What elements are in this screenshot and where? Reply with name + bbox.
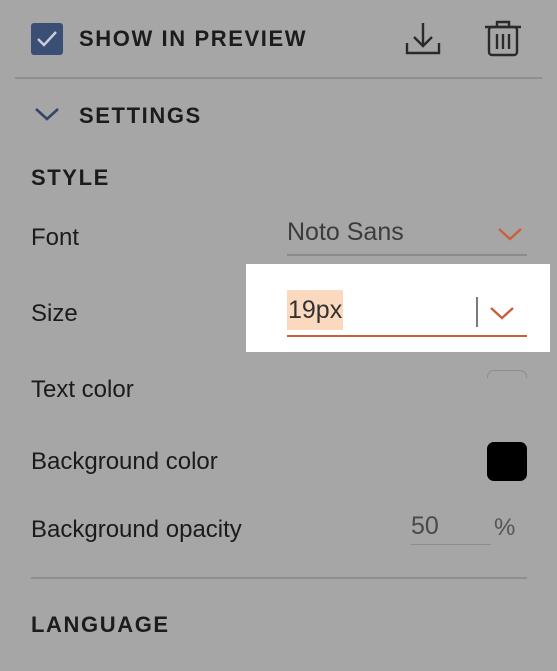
header-divider: [15, 77, 542, 79]
settings-toggle[interactable]: [33, 104, 61, 129]
section-divider: [31, 577, 527, 579]
font-label: Font: [31, 224, 80, 251]
trash-icon: [485, 20, 521, 57]
delete-button[interactable]: [481, 17, 525, 61]
download-icon: [405, 23, 441, 55]
font-select[interactable]: Noto Sans: [287, 212, 527, 256]
chevron-down-icon: [498, 228, 522, 241]
size-select-value[interactable]: 19px: [287, 290, 344, 330]
size-label: Size: [31, 300, 78, 327]
chevron-down-icon[interactable]: [489, 305, 515, 321]
background-opacity-label: Background opacity: [31, 516, 242, 543]
download-button[interactable]: [401, 17, 445, 61]
size-select-separator: [476, 297, 478, 327]
text-color-swatch[interactable]: [487, 370, 527, 378]
show-in-preview-label[interactable]: SHOW IN PREVIEW: [79, 26, 307, 52]
size-select[interactable]: 19px: [287, 288, 527, 337]
background-opacity-value: 50: [411, 512, 439, 540]
text-color-label: Text color: [31, 376, 134, 403]
background-color-swatch[interactable]: [487, 442, 527, 481]
style-section-title: STYLE: [31, 165, 110, 190]
checkmark-icon: [37, 31, 57, 47]
background-color-label: Background color: [31, 448, 218, 475]
chevron-down-icon: [35, 108, 59, 121]
language-section-title[interactable]: LANGUAGE: [31, 612, 170, 638]
show-in-preview-checkbox[interactable]: [31, 23, 63, 55]
percent-unit: %: [494, 514, 516, 541]
background-opacity-input[interactable]: 50: [411, 512, 491, 545]
font-select-value: Noto Sans: [287, 218, 404, 246]
settings-section-title[interactable]: SETTINGS: [79, 103, 202, 129]
